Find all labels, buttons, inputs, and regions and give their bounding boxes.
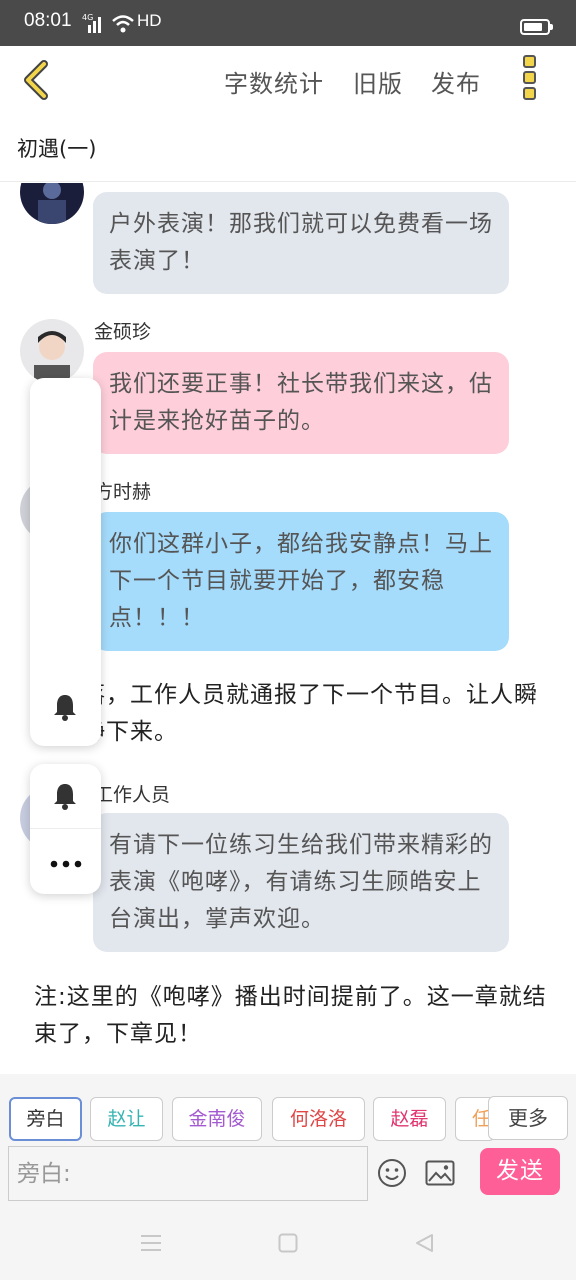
battery-icon — [520, 19, 553, 35]
back-arrow-icon[interactable] — [18, 58, 58, 102]
message-input-field[interactable] — [8, 1146, 368, 1201]
message-bubble[interactable]: 你们这群小子，都给我安静点！马上下一个节目就要开始了，都安稳点！！！ — [93, 512, 509, 651]
message-bubble[interactable]: 我们还要正事！社长带我们来这，估计是来抢好苗子的。 — [93, 352, 509, 454]
network-type: 4G — [82, 13, 94, 22]
message-bubble[interactable]: 户外表演！那我们就可以免费看一场表演了！ — [93, 192, 509, 294]
bell-icon[interactable] — [52, 782, 78, 810]
message-bubble[interactable]: 有请下一位练习生给我们带来精彩的表演《咆哮》，有请练习生顾皓安上台演出，掌声欢迎… — [93, 813, 509, 952]
status-time: 08:01 — [24, 10, 72, 31]
old-version-button[interactable]: 旧版 — [353, 64, 403, 99]
ellipsis-icon[interactable] — [50, 860, 82, 868]
publish-button[interactable]: 发布 — [431, 64, 481, 99]
wifi-icon — [112, 15, 134, 33]
chapter-title[interactable]: 初遇(一) — [17, 133, 96, 163]
word-count-button[interactable]: 字数统计 — [224, 64, 324, 99]
role-chip[interactable]: 旁白 — [9, 1097, 82, 1141]
speaker-name: 方时赫 — [94, 481, 152, 503]
floating-action-panel — [30, 764, 101, 894]
home-icon[interactable] — [278, 1233, 298, 1253]
role-chip[interactable]: 何洛洛 — [272, 1097, 365, 1141]
avatar — [20, 183, 84, 224]
more-menu-icon[interactable] — [516, 55, 542, 103]
editor-toolbar: 字数统计 旧版 发布 — [0, 46, 576, 116]
send-button[interactable]: 发送 — [480, 1148, 560, 1195]
speaker-name: 金硕珍 — [94, 321, 152, 343]
emoji-icon[interactable] — [377, 1158, 407, 1188]
role-chip[interactable]: 金南俊 — [172, 1097, 262, 1141]
floating-tool-panel — [30, 378, 101, 746]
avatar — [20, 319, 84, 383]
composer: 旁白赵让金南俊何洛洛赵磊任 更多 发送 — [0, 1074, 576, 1208]
narration-text[interactable]: 注:这里的《咆哮》播出时间提前了。这一章就结束了，下章见！ — [34, 979, 554, 1053]
system-navigation-bar — [0, 1208, 576, 1280]
bell-icon[interactable] — [52, 693, 78, 721]
message-input[interactable] — [9, 1147, 367, 1200]
hd-indicator: HD — [137, 11, 162, 30]
role-chip[interactable]: 赵磊 — [373, 1097, 446, 1141]
back-icon[interactable] — [414, 1233, 434, 1253]
status-bar: 08:01 4G HD — [0, 0, 576, 46]
image-icon[interactable] — [425, 1160, 455, 1186]
menu-icon[interactable] — [140, 1233, 162, 1253]
role-chip[interactable]: 赵让 — [90, 1097, 163, 1141]
speaker-name: 工作人员 — [94, 784, 171, 806]
divider — [30, 828, 101, 829]
more-roles-button[interactable]: 更多 — [488, 1096, 568, 1140]
narration-text[interactable]: 话音落，工作人员就通报了下一个节目。让人瞬间安静下来。 — [34, 677, 554, 751]
chapter-title-bar: 初遇(一) — [0, 116, 576, 182]
